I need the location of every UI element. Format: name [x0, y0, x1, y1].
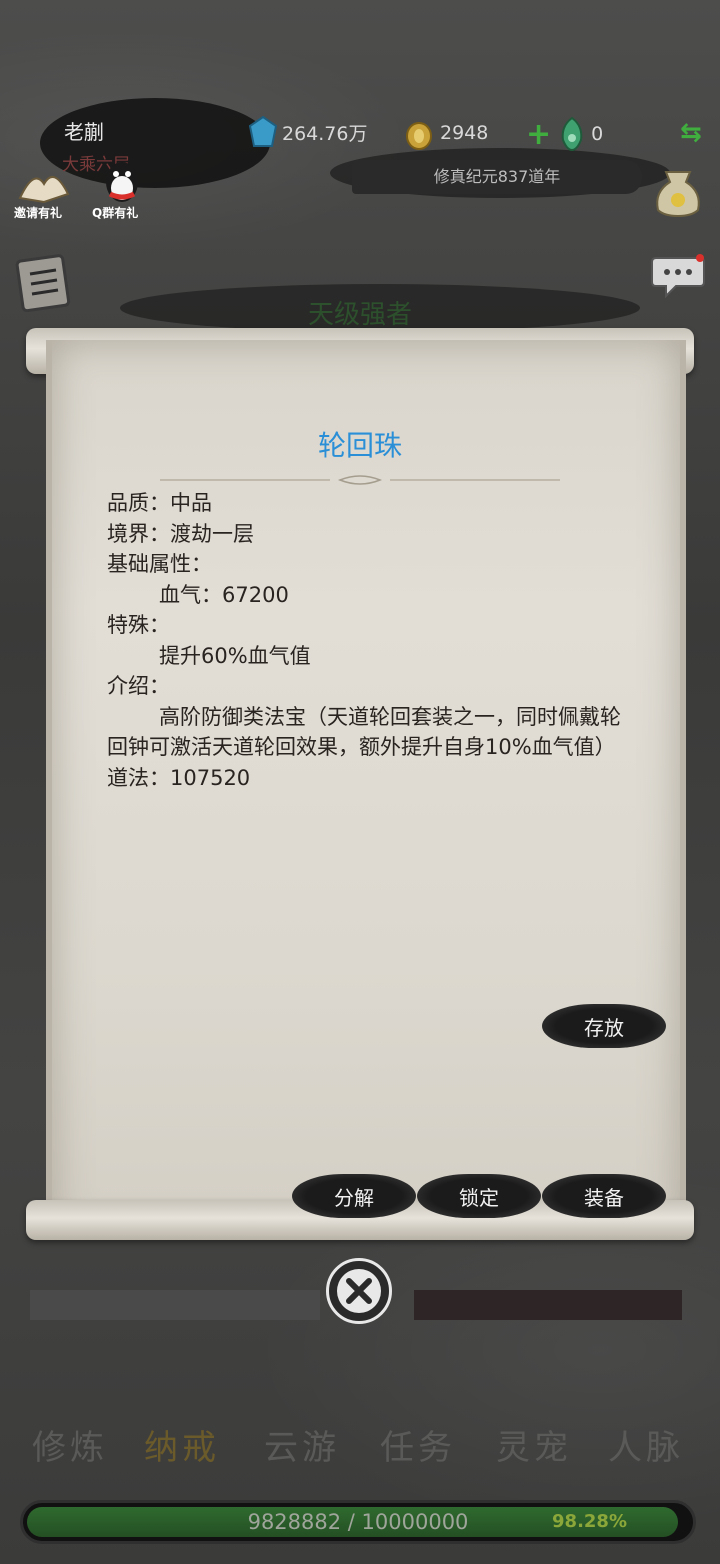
decompose-button[interactable]: 分解: [292, 1174, 416, 1218]
tab-tasks[interactable]: 任务: [380, 1420, 456, 1469]
tab-cultivate[interactable]: 修炼: [32, 1420, 108, 1469]
spirit-stone-icon: [248, 116, 278, 147]
jade-icon: [561, 116, 583, 152]
jade-counter: + 0: [526, 116, 603, 152]
tab-travel[interactable]: 云游: [264, 1420, 340, 1469]
add-jade-icon[interactable]: +: [526, 117, 551, 152]
special-label: 特殊：: [107, 613, 170, 637]
lock-button[interactable]: 锁定: [417, 1174, 541, 1218]
item-level: 境界：渡劫一层: [107, 521, 254, 546]
crane-icon: [18, 175, 70, 204]
base-attr-label: 基础属性：: [107, 552, 212, 576]
intro-label: 介绍：: [107, 674, 170, 698]
era-display: 修真纪元837道年: [352, 160, 642, 194]
equip-button[interactable]: 装备: [542, 1174, 666, 1218]
tab-pets[interactable]: 灵宠: [496, 1420, 572, 1469]
daofa-value: 道法：107520: [107, 765, 251, 790]
gold-counter: 2948: [404, 116, 488, 150]
item-name: 轮回珠: [317, 429, 402, 462]
intro-text: 高阶防御类法宝（天道轮回套装之一，同时佩戴轮回钟可激活天道轮回效果，额外提升自身…: [107, 704, 621, 760]
title-divider: [160, 475, 560, 485]
banner-title: 天级强者: [307, 300, 412, 330]
cultivation-progress-bar: 9828882 / 10000000 98.28%: [20, 1500, 696, 1544]
qq-group-button[interactable]: Q群有礼: [92, 160, 152, 222]
progress-percent: 98.28%: [552, 1511, 627, 1532]
switch-arrows-icon[interactable]: ⇆: [680, 118, 702, 148]
store-button[interactable]: 存放: [542, 1004, 666, 1048]
close-icon: [337, 1269, 381, 1313]
jade-value: 0: [591, 123, 604, 145]
spirit-stone-value: 264.76万: [282, 122, 368, 145]
invite-gift-button[interactable]: 邀请有礼: [14, 164, 74, 222]
player-name: 老蒯: [64, 120, 104, 144]
spirit-stone-counter: 264.76万: [248, 116, 367, 148]
base-attr-value: 血气：67200: [159, 582, 289, 607]
qq-penguin-icon: [106, 162, 138, 202]
item-quality: 品质：中品: [107, 491, 212, 515]
chat-icon[interactable]: [650, 252, 706, 298]
special-value: 提升60%血气值: [159, 643, 311, 668]
bar-right: [414, 1290, 682, 1320]
tab-ring[interactable]: 纳戒: [144, 1420, 220, 1469]
money-bag-icon[interactable]: [652, 160, 704, 218]
gold-ingot-icon: [406, 122, 432, 150]
gold-value: 2948: [440, 122, 489, 144]
item-detail-text: 品质：中品 境界：渡劫一层 基础属性： 血气：67200 特殊： 提升60%血气…: [107, 488, 627, 793]
close-button[interactable]: [326, 1258, 392, 1324]
qq-label: Q群有礼: [92, 206, 139, 220]
bar-left: [30, 1290, 320, 1320]
tab-contacts[interactable]: 人脉: [608, 1420, 684, 1469]
invite-label: 邀请有礼: [14, 206, 63, 220]
